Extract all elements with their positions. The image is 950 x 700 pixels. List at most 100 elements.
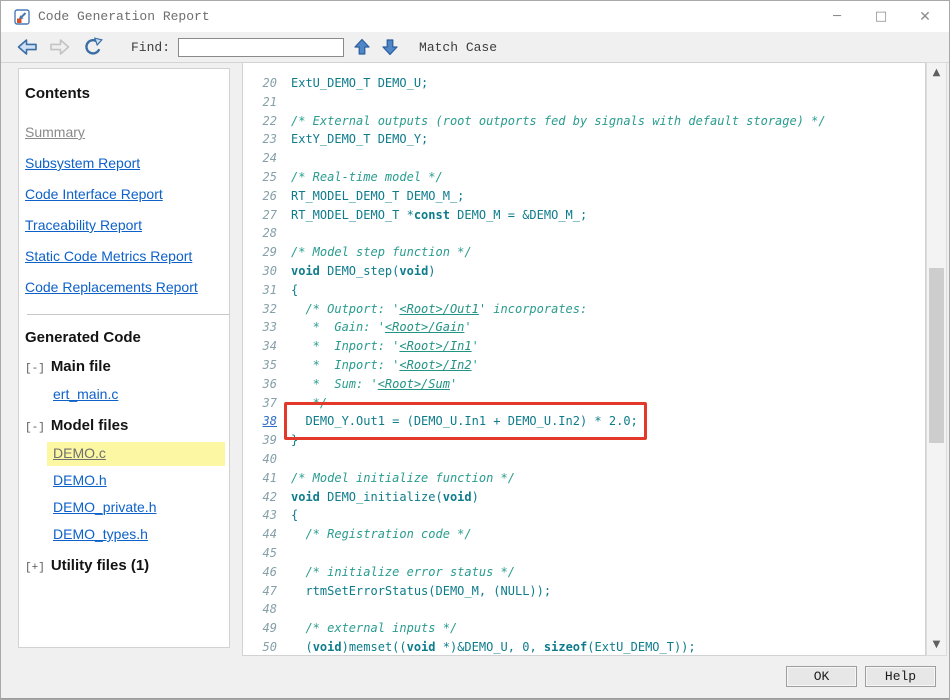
- collapse-icon[interactable]: [-]: [25, 422, 45, 434]
- code-trace-link[interactable]: <Root>/Sum: [378, 377, 450, 391]
- file-row: ert_main.c: [47, 383, 225, 407]
- file-link-demo-private-h[interactable]: DEMO_private.h: [53, 499, 156, 515]
- code-comment: /* Model step function */: [291, 245, 472, 259]
- code-line-number: 41: [251, 469, 277, 488]
- code-segment: RT_MODEL_DEMO_T DEMO_M_;: [291, 189, 464, 203]
- code-comment: * Inport: ': [291, 358, 399, 372]
- tree-group: [-] Main file ert_main.c: [25, 358, 225, 407]
- sidebar-link-subsystem-report[interactable]: Subsystem Report: [25, 153, 140, 174]
- code-line: 25/* Real-time model */: [251, 168, 925, 187]
- code-line-number: 48: [251, 600, 277, 619]
- code-segment: DEMO_Y.Out1 = (DEMO_U.In1 + DEMO_U.In2) …: [291, 414, 638, 428]
- code-segment: }: [291, 433, 298, 447]
- code-line-number: 27: [251, 206, 277, 225]
- code-line: 21: [251, 93, 925, 112]
- code-line: 30void DEMO_step(void): [251, 262, 925, 281]
- find-next-icon[interactable]: [381, 38, 399, 56]
- code-line: 20ExtU_DEMO_T DEMO_U;: [251, 74, 925, 93]
- file-link-demo-types-h[interactable]: DEMO_types.h: [53, 526, 148, 542]
- file-link-demo-c[interactable]: DEMO.c: [53, 445, 106, 461]
- code-line: 24: [251, 149, 925, 168]
- code-trace-link[interactable]: <Root>/Gain: [385, 320, 464, 334]
- file-row: DEMO_private.h: [47, 496, 225, 520]
- code-text: * Sum: '<Root>/Sum': [291, 375, 457, 394]
- minimize-icon[interactable]: ─: [815, 1, 859, 32]
- code-text: /* external inputs */: [291, 619, 457, 638]
- back-icon[interactable]: [16, 37, 40, 57]
- vertical-scrollbar[interactable]: ▲ ▼: [926, 62, 947, 656]
- code-line: 29/* Model step function */: [251, 243, 925, 262]
- code-line-number: 46: [251, 563, 277, 582]
- code-trace-link[interactable]: <Root>/In2: [399, 358, 471, 372]
- scroll-up-icon[interactable]: ▲: [927, 67, 946, 78]
- code-comment: ': [472, 339, 479, 353]
- find-toolbar: Find: Match Case: [1, 32, 949, 63]
- sidebar-link-code-replacements-report[interactable]: Code Replacements Report: [25, 277, 198, 298]
- tree-group-header: [-] Main file: [25, 358, 225, 375]
- maximize-icon[interactable]: □: [859, 1, 903, 32]
- expand-icon[interactable]: [+]: [25, 562, 45, 574]
- close-icon[interactable]: ✕: [903, 1, 947, 32]
- code-text: /* Real-time model */: [291, 168, 443, 187]
- sidebar-link-summary[interactable]: Summary: [25, 122, 85, 143]
- code-line-number: 26: [251, 187, 277, 206]
- tree-group: [+]Utility files (1): [25, 557, 225, 574]
- refresh-icon[interactable]: [82, 37, 104, 57]
- code-lines: 20ExtU_DEMO_T DEMO_U;2122/* External out…: [243, 63, 925, 656]
- code-segment: *)&DEMO_U, 0,: [436, 640, 544, 654]
- code-line: 34 * Inport: '<Root>/In1': [251, 337, 925, 356]
- code-comment: /* Real-time model */: [291, 170, 443, 184]
- contents-heading: Contents: [25, 85, 225, 102]
- code-text: * Inport: '<Root>/In1': [291, 337, 479, 356]
- code-text: }: [291, 431, 298, 450]
- code-text: RT_MODEL_DEMO_T *const DEMO_M = &DEMO_M_…: [291, 206, 587, 225]
- sidebar-link-traceability-report[interactable]: Traceability Report: [25, 215, 142, 236]
- code-comment: /* Outport: ': [291, 302, 399, 316]
- scroll-down-icon[interactable]: ▼: [927, 639, 946, 650]
- code-view: 20ExtU_DEMO_T DEMO_U;2122/* External out…: [242, 62, 926, 656]
- code-text: {: [291, 506, 298, 525]
- file-link-ert-main-c[interactable]: ert_main.c: [53, 386, 118, 402]
- code-text: rtmSetErrorStatus(DEMO_M, (NULL));: [291, 582, 551, 601]
- code-segment: (ExtU_DEMO_T));: [587, 640, 695, 654]
- code-line: 22/* External outputs (root outports fed…: [251, 112, 925, 131]
- code-segment: void: [291, 490, 320, 504]
- code-line: 32 /* Outport: '<Root>/Out1' incorporate…: [251, 300, 925, 319]
- tree-group-header: [+]Utility files (1): [25, 557, 225, 574]
- code-line: 31{: [251, 281, 925, 300]
- code-line: 35 * Inport: '<Root>/In2': [251, 356, 925, 375]
- find-input[interactable]: [178, 38, 344, 57]
- code-text: void DEMO_initialize(void): [291, 488, 479, 507]
- code-line-number: 43: [251, 506, 277, 525]
- help-button[interactable]: Help: [865, 666, 936, 687]
- match-case-toggle[interactable]: Match Case: [419, 40, 497, 55]
- window-controls: ─ □ ✕: [815, 1, 949, 32]
- code-comment: /* External outputs (root outports fed b…: [291, 114, 826, 128]
- tree-group-label-main-file: Main file: [51, 358, 111, 375]
- sidebar-link-static-code-metrics-report[interactable]: Static Code Metrics Report: [25, 246, 192, 267]
- generated-code-heading: Generated Code: [25, 329, 225, 346]
- code-segment: )memset((: [342, 640, 407, 654]
- code-text: (void)memset((void *)&DEMO_U, 0, sizeof(…: [291, 638, 696, 656]
- code-line-number: 37: [251, 394, 277, 413]
- code-comment: /* Model initialize function */: [291, 471, 515, 485]
- file-link-demo-h[interactable]: DEMO.h: [53, 472, 107, 488]
- sidebar-link-code-interface-report[interactable]: Code Interface Report: [25, 184, 163, 205]
- code-trace-link[interactable]: <Root>/In1: [399, 339, 471, 353]
- code-line-number: 47: [251, 582, 277, 601]
- collapse-icon[interactable]: [-]: [25, 363, 45, 375]
- code-text: /* Registration code */: [291, 525, 472, 544]
- forward-icon[interactable]: [47, 37, 71, 57]
- find-previous-icon[interactable]: [353, 38, 371, 56]
- code-line: 41 /* Model initialize function */: [251, 469, 925, 488]
- file-row: DEMO.c: [47, 442, 225, 466]
- code-line-number-link[interactable]: 38: [251, 412, 277, 431]
- ok-button[interactable]: OK: [786, 666, 857, 687]
- code-line-number: 42: [251, 488, 277, 507]
- code-line-number: 31: [251, 281, 277, 300]
- code-line-number: 49: [251, 619, 277, 638]
- scrollbar-thumb[interactable]: [929, 268, 944, 443]
- code-comment: /* Registration code */: [291, 527, 472, 541]
- code-segment: ): [472, 490, 479, 504]
- code-trace-link[interactable]: <Root>/Out1: [399, 302, 478, 316]
